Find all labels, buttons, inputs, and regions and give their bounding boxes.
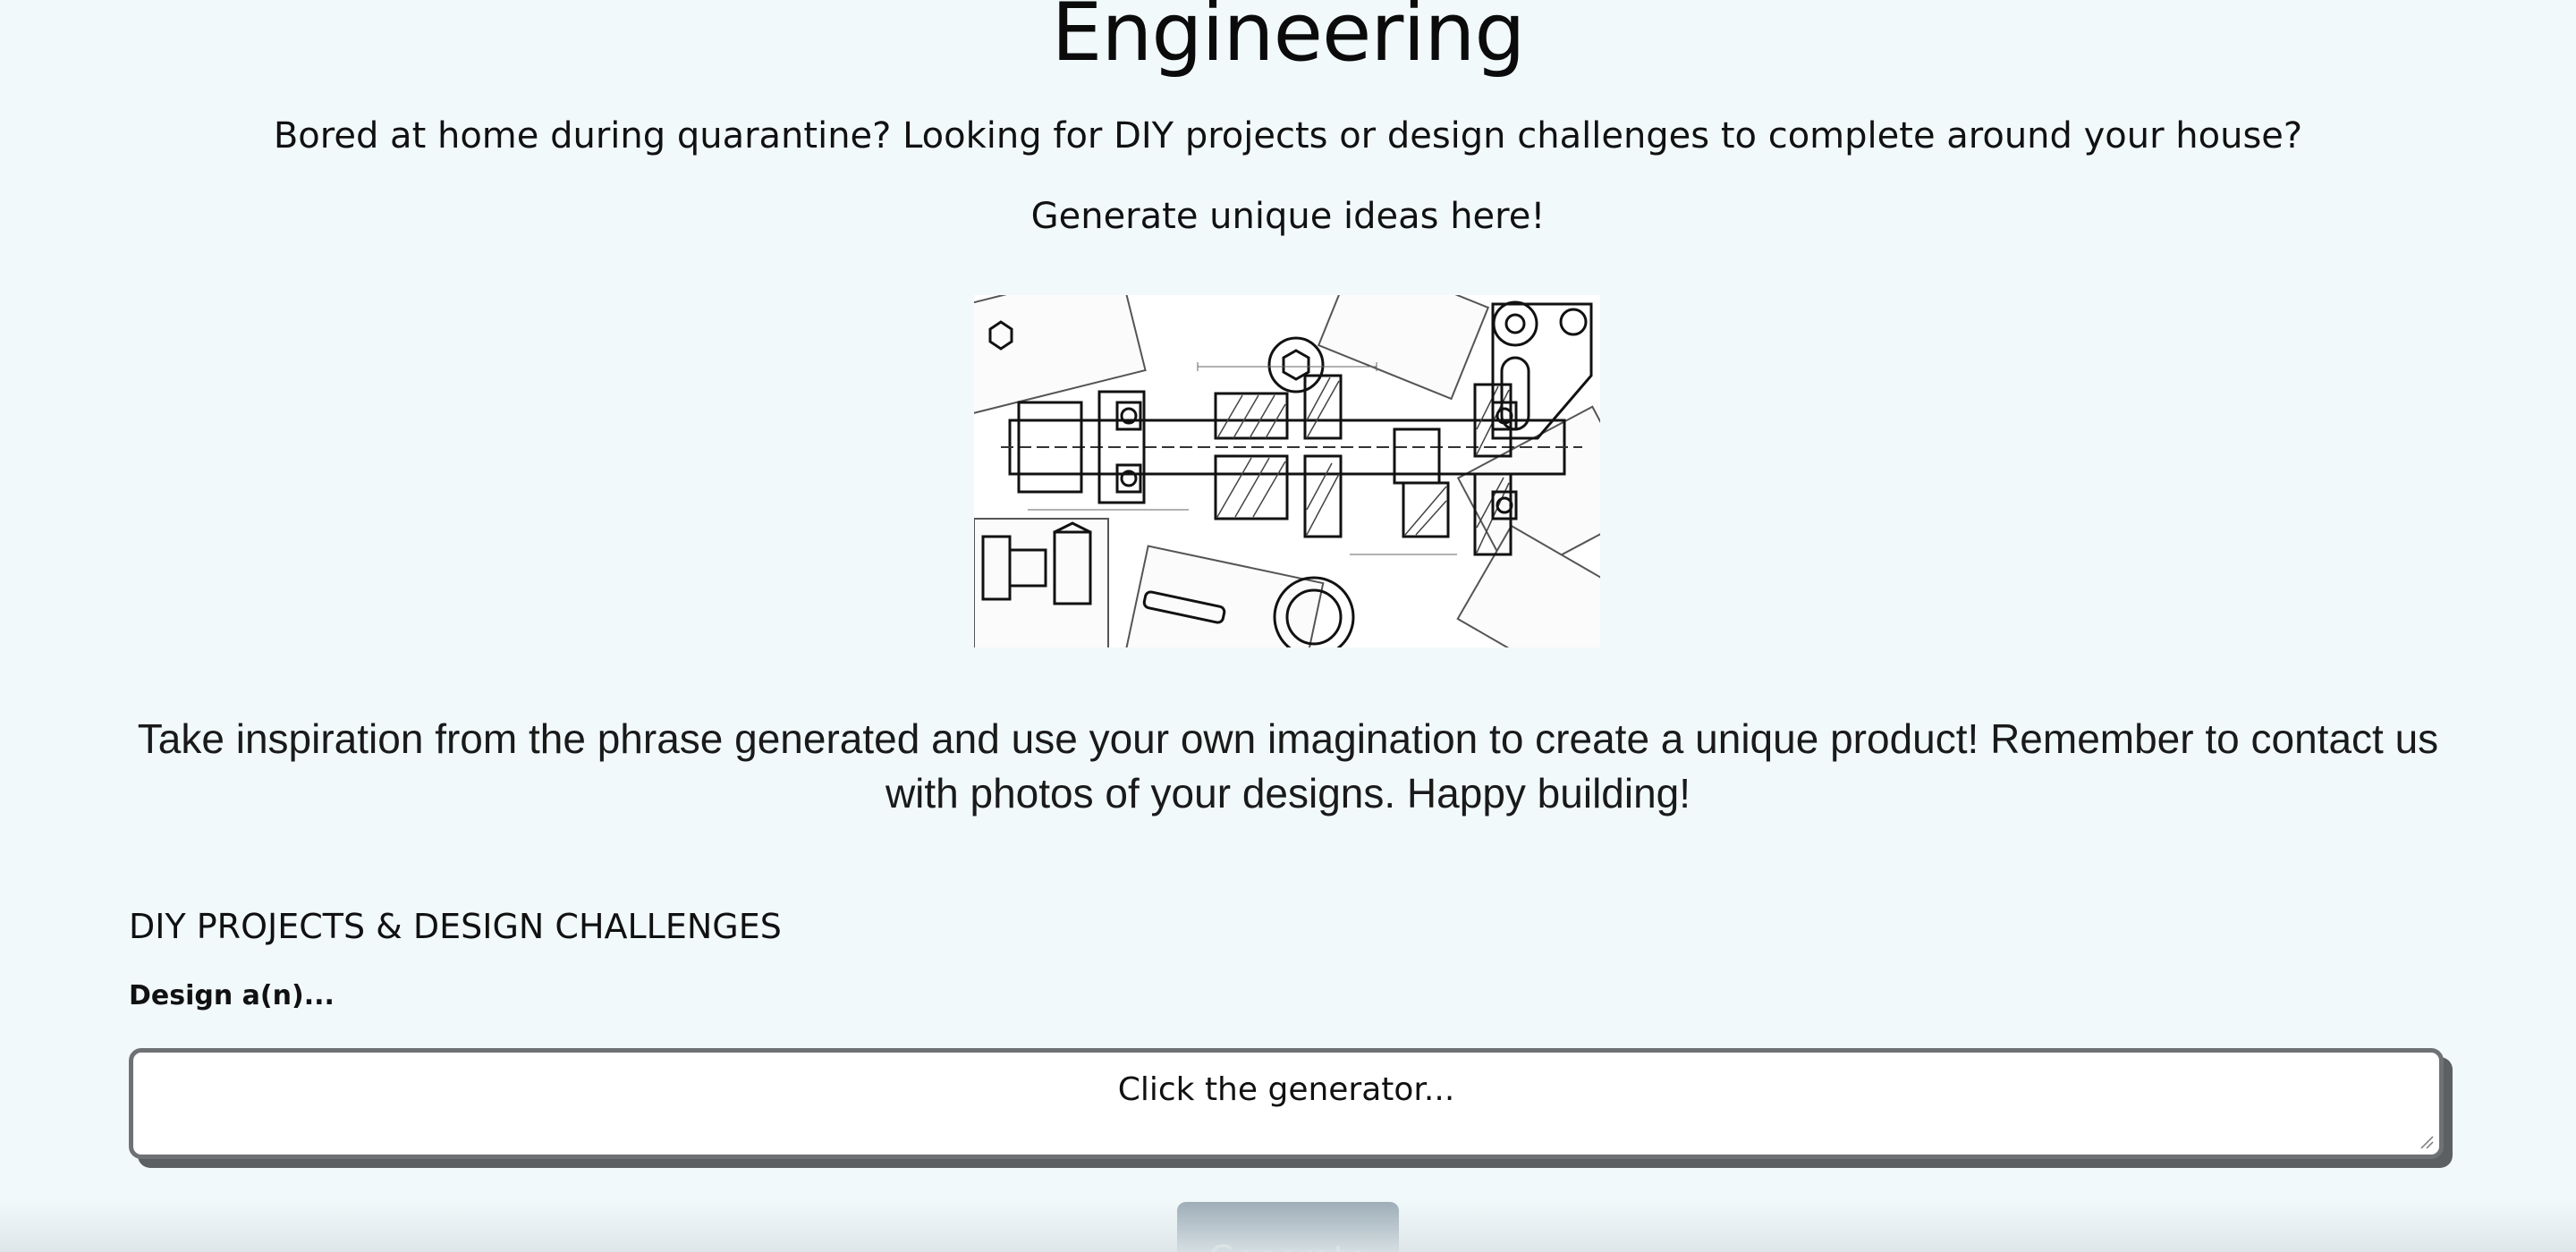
page-title: Engineering [1051, 0, 1526, 80]
generate-button[interactable]: Generate [1177, 1202, 1399, 1252]
resize-grip-icon[interactable] [2418, 1133, 2434, 1149]
tagline: Bored at home during quarantine? Looking… [273, 115, 2303, 156]
technical-drawing-image [974, 295, 1600, 647]
design-label: Design a(n)... [129, 980, 335, 1011]
section-heading: DIY PROJECTS & DESIGN CHALLENGES [129, 907, 782, 946]
idea-output-text: Click the generator... [1117, 1071, 1455, 1108]
idea-output-field[interactable]: Click the generator... [129, 1048, 2444, 1159]
intro-text: Take inspiration from the phrase generat… [137, 715, 2439, 816]
call-to-action: Generate unique ideas here! [1030, 196, 1546, 237]
